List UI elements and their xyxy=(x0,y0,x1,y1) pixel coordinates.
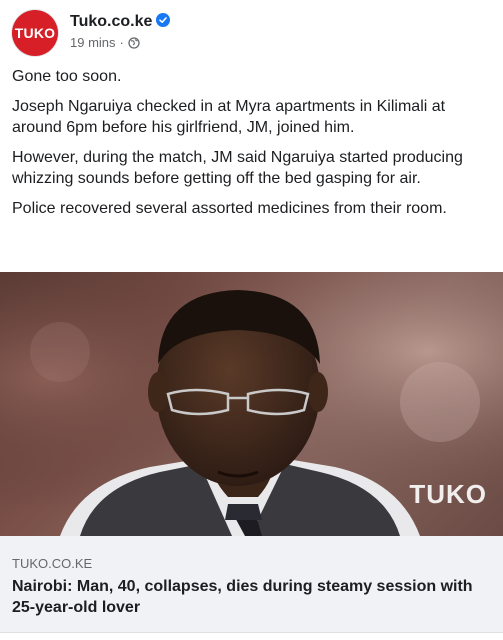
avatar-logo-text: TUKO xyxy=(14,25,56,41)
page-name-link[interactable]: Tuko.co.ke xyxy=(70,13,171,31)
meta-separator: · xyxy=(119,35,124,50)
page-avatar[interactable]: TUKO xyxy=(12,10,58,56)
link-domain: TUKO.CO.KE xyxy=(12,556,93,571)
post-paragraph: Gone too soon. xyxy=(12,68,122,85)
link-title[interactable]: Nairobi: Man, 40, collapses, dies during… xyxy=(12,576,492,618)
post-paragraph: Joseph Ngaruiya checked in at Myra apart… xyxy=(12,97,446,137)
link-preview[interactable]: TUKO.CO.KE Nairobi: Man, 40, collapses, … xyxy=(0,536,503,633)
globe-icon[interactable] xyxy=(128,36,140,49)
photo-watermark: TUKO xyxy=(409,479,487,509)
article-photo[interactable]: TUKO xyxy=(0,272,503,536)
post-body: Gone too soon. Joseph Ngaruiya checked i… xyxy=(12,66,492,227)
verified-badge-icon xyxy=(156,13,171,27)
post-timestamp[interactable]: 19 mins xyxy=(70,35,116,50)
post-header: TUKO Tuko.co.ke 19 mins · xyxy=(12,10,492,56)
page-name[interactable]: Tuko.co.ke xyxy=(70,13,152,30)
post-meta: 19 mins · xyxy=(70,35,140,50)
post-paragraph: However, during the match, JM said Ngaru… xyxy=(12,148,463,188)
post-paragraph: Police recovered several assorted medici… xyxy=(12,199,447,217)
